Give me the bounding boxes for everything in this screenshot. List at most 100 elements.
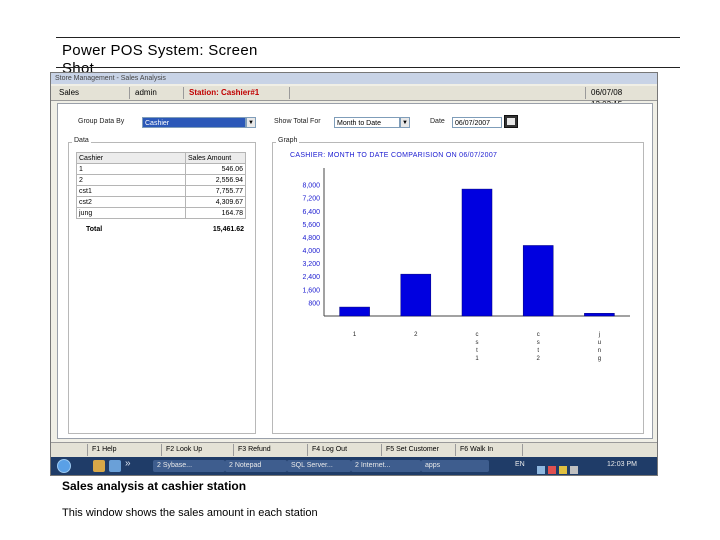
security-icon[interactable]: [548, 466, 556, 474]
f3-refund-button[interactable]: F3 Refund: [233, 444, 300, 456]
taskbar-item[interactable]: 2 Sybase...: [153, 460, 225, 472]
calendar-icon[interactable]: [504, 115, 518, 128]
table-row[interactable]: 2 2,556.94: [76, 174, 246, 186]
start-button-icon[interactable]: [57, 459, 71, 473]
taskbar-item[interactable]: apps: [421, 460, 489, 472]
x-tick-label: 2: [537, 356, 541, 362]
cashier-cell: 1: [76, 163, 186, 175]
x-tick-label: s: [476, 340, 479, 346]
graph-group-label: Graph: [276, 137, 300, 144]
date-input[interactable]: 06/07/2007: [452, 117, 502, 128]
x-tick-label: c: [476, 332, 479, 338]
folder-icon[interactable]: [93, 460, 105, 472]
tray-icons[interactable]: [537, 461, 593, 474]
chevron-down-icon[interactable]: ▼: [400, 117, 410, 128]
x-tick-label: 1: [353, 332, 357, 338]
y-tick-label: 5,600: [302, 222, 320, 229]
bar: [339, 306, 370, 317]
cashier-cell: cst2: [76, 196, 186, 208]
show-total-select[interactable]: Month to Date: [334, 117, 400, 128]
slide-title-clip: Power POS System: Screen Shot: [0, 40, 720, 74]
chevron-right-icon[interactable]: »: [125, 458, 131, 469]
volume-icon[interactable]: [570, 466, 578, 474]
chart-title: CASHIER: MONTH TO DATE COMPARISION ON 06…: [290, 152, 498, 159]
bar: [522, 245, 554, 317]
taskbar-item[interactable]: SQL Server...: [287, 460, 351, 472]
app-window: Store Management - Sales Analysis Sales …: [50, 72, 658, 476]
bar: [584, 313, 615, 317]
total-label: Total: [86, 226, 103, 233]
x-tick-label: 1: [475, 356, 479, 362]
column-header: Cashier: [76, 152, 186, 164]
x-tick-label: t: [476, 348, 478, 354]
group-by-select[interactable]: Cashier: [142, 117, 246, 128]
x-tick-label: s: [537, 340, 540, 346]
status-datetime: 06/07/08 12:03:15: [591, 88, 623, 109]
x-tick-label: n: [598, 348, 601, 354]
group-by-label: Group Data By: [78, 118, 125, 125]
y-tick-label: 800: [308, 300, 320, 307]
title-rule-top: [56, 37, 680, 38]
cashier-cell: jung: [76, 207, 186, 219]
caption-heading: Sales analysis at cashier station: [62, 479, 247, 493]
y-tick-label: 6,400: [302, 209, 320, 216]
taskbar-item[interactable]: 2 Notepad: [225, 460, 287, 472]
column-header: Sales Amount: [185, 152, 246, 164]
function-key-bar: F1 Help F2 Look Up F3 Refund F4 Log Out …: [51, 442, 657, 457]
cashier-cell: cst1: [76, 185, 186, 197]
f1-help-button[interactable]: F1 Help: [87, 444, 158, 456]
x-tick-label: u: [598, 340, 601, 346]
table-row[interactable]: cst1 7,755.77: [76, 185, 246, 197]
status-bar: Sales admin Station: Cashier#1 06/07/08 …: [51, 86, 657, 109]
browser-icon[interactable]: [109, 460, 121, 472]
f6-walk-in-button[interactable]: F6 Walk In: [455, 444, 523, 456]
slide-title: Power POS System: Screen Shot: [62, 42, 258, 74]
status-spacer: [291, 87, 586, 99]
y-tick-label: 3,200: [302, 261, 320, 268]
title-rule-bottom: [56, 67, 680, 68]
x-tick-label: g: [598, 356, 601, 362]
cashier-cell: 2: [76, 174, 186, 186]
total-value: 15,461.62: [212, 226, 244, 233]
x-tick-label: t: [537, 348, 539, 354]
status-user: admin: [131, 87, 184, 99]
bar-chart: 8,000 7,200 6,400 5,600 4,800 4,000 3,200 2,400…: [302, 168, 630, 362]
table-row[interactable]: cst2 4,309.67: [76, 196, 246, 208]
x-tick-label: 2: [414, 332, 418, 338]
taskbar-clock[interactable]: 12:03 PM: [607, 461, 637, 468]
table-header-row: Cashier Sales Amount: [76, 152, 246, 164]
y-tick-label: 1,600: [302, 287, 320, 294]
x-tick-label: j: [598, 332, 600, 338]
analysis-panel: Group Data By Cashier ▼ Show Total For M…: [57, 103, 653, 439]
chevron-down-icon[interactable]: ▼: [246, 117, 256, 128]
window-titlebar: Store Management - Sales Analysis: [51, 73, 657, 84]
f5-set-customer-button[interactable]: F5 Set Customer: [381, 444, 454, 456]
amount-cell: 7,755.77: [185, 185, 246, 197]
notification-icon[interactable]: [559, 466, 567, 474]
taskbar-item[interactable]: 2 Internet...: [351, 460, 421, 472]
bar: [461, 188, 493, 317]
y-tick-label: 2,400: [302, 274, 320, 281]
table-row[interactable]: 1 546.06: [76, 163, 246, 175]
data-group-label: Data: [72, 137, 91, 144]
table-row[interactable]: jung 164.78: [76, 207, 246, 219]
y-tick-label: 8,000: [302, 183, 320, 190]
os-taskbar: » 2 Sybase... 2 Notepad SQL Server... 2 …: [51, 457, 657, 475]
window-title: Store Management - Sales Analysis: [55, 75, 166, 82]
language-indicator[interactable]: EN: [515, 461, 525, 468]
f2-lookup-button[interactable]: F2 Look Up: [161, 444, 228, 456]
y-tick-label: 4,000: [302, 248, 320, 255]
network-icon[interactable]: [537, 466, 545, 474]
f4-logout-button[interactable]: F4 Log Out: [307, 444, 374, 456]
status-station: Station: Cashier#1: [185, 87, 290, 99]
sales-table: Cashier Sales Amount 1 546.06 2 2,556.94 c…: [76, 152, 246, 219]
amount-cell: 164.78: [185, 207, 246, 219]
y-tick-label: 7,200: [302, 196, 320, 203]
amount-cell: 2,556.94: [185, 174, 246, 186]
date-label: Date: [430, 118, 445, 125]
status-module: Sales: [55, 87, 130, 99]
show-total-label: Show Total For: [274, 118, 321, 125]
bar: [400, 273, 432, 317]
caption-text: This window shows the sales amount in ea…: [62, 507, 318, 519]
x-tick-label: c: [537, 332, 540, 338]
